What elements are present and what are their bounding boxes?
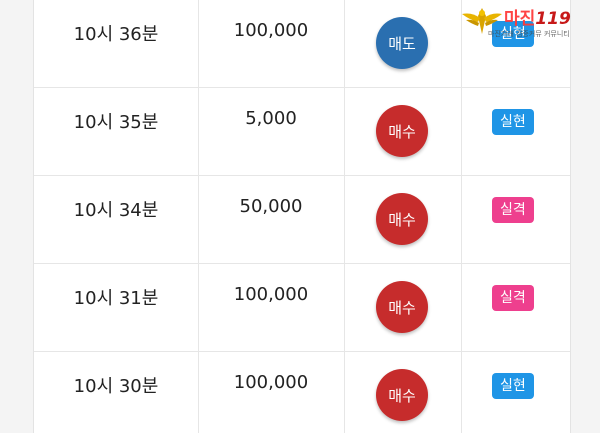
trade-amount: 100,000 xyxy=(233,20,309,41)
buy-order-button[interactable]: 매수 xyxy=(376,281,428,333)
table-row: 10시 35분 5,000 매수 실현 xyxy=(34,88,570,176)
trade-time: 10시 30분 xyxy=(73,376,159,397)
status-badge: 실현 xyxy=(492,109,534,135)
column-divider xyxy=(198,176,199,263)
table-row: 10시 30분 100,000 매수 실현 xyxy=(34,352,570,433)
trade-amount: 50,000 xyxy=(239,196,303,217)
watermark-logo: 마진119 마진거래 검증커뮤 커뮤니티 xyxy=(458,2,594,42)
column-divider xyxy=(461,352,462,433)
column-divider xyxy=(198,264,199,351)
trade-history-table: 10시 36분 100,000 매도 실현 10시 35분 5,000 매수 실… xyxy=(33,0,571,433)
watermark-subtitle: 마진거래 검증커뮤 커뮤니티 xyxy=(488,30,570,38)
column-divider xyxy=(198,88,199,175)
column-divider xyxy=(344,88,345,175)
table-row: 10시 31분 100,000 매수 실격 xyxy=(34,264,570,352)
buy-order-button[interactable]: 매수 xyxy=(376,105,428,157)
buy-order-button[interactable]: 매수 xyxy=(376,193,428,245)
sell-order-button[interactable]: 매도 xyxy=(376,17,428,69)
column-divider xyxy=(344,264,345,351)
trade-time: 10시 36분 xyxy=(73,24,159,45)
page: 마진119 마진거래 검증커뮤 커뮤니티 10시 36분 100,000 매도 … xyxy=(0,0,600,433)
column-divider xyxy=(344,352,345,433)
column-divider xyxy=(461,264,462,351)
column-divider xyxy=(198,0,199,87)
column-divider xyxy=(461,88,462,175)
trade-time: 10시 35분 xyxy=(73,112,159,133)
trade-time: 10시 34분 xyxy=(73,200,159,221)
watermark-title: 마진119 xyxy=(504,9,571,29)
buy-order-button[interactable]: 매수 xyxy=(376,369,428,421)
column-divider xyxy=(344,176,345,263)
trade-amount: 100,000 xyxy=(233,284,309,305)
table-row: 10시 34분 50,000 매수 실격 xyxy=(34,176,570,264)
trade-time: 10시 31분 xyxy=(73,288,159,309)
trade-amount: 5,000 xyxy=(245,108,297,129)
column-divider xyxy=(344,0,345,87)
status-badge: 실격 xyxy=(492,285,534,311)
trade-amount: 100,000 xyxy=(233,372,309,393)
status-badge: 실현 xyxy=(492,373,534,399)
column-divider xyxy=(461,176,462,263)
status-badge: 실격 xyxy=(492,197,534,223)
